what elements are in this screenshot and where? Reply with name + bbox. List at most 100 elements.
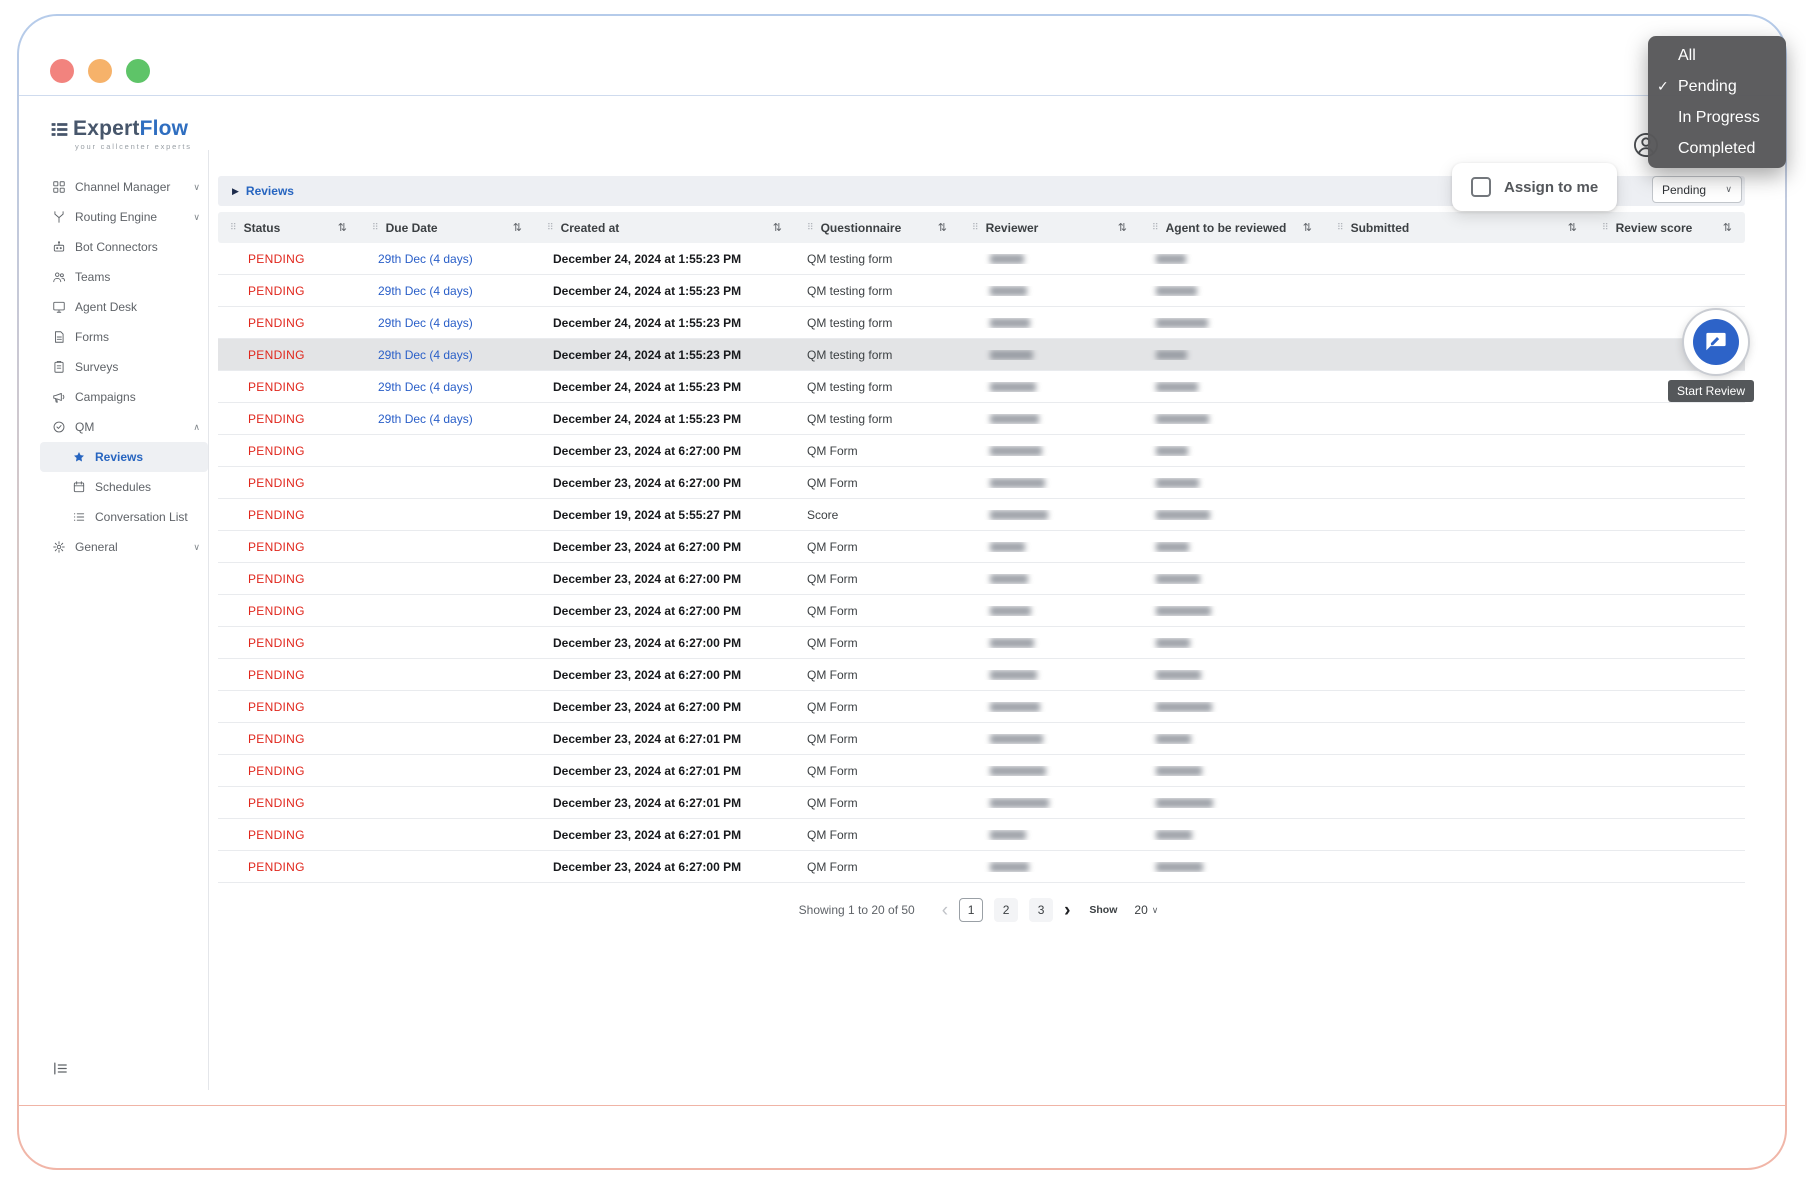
sidebar-item-bot-connectors[interactable]: Bot Connectors — [40, 232, 208, 262]
column-header-created-at[interactable]: ⠿ Created at ⇅ — [535, 212, 795, 243]
sidebar-item-schedules[interactable]: Schedules — [40, 472, 208, 502]
table-row[interactable]: PENDING 29th Dec (4 days) December 24, 202… — [218, 243, 1745, 275]
drag-handle-icon[interactable]: ⠿ — [1337, 222, 1344, 233]
table-row[interactable]: PENDING December 23, 2024 at 6:27:01 PM QM… — [218, 755, 1745, 787]
reviewer-cell — [960, 573, 1140, 584]
due-date-link[interactable]: 29th Dec (4 days) — [378, 380, 473, 394]
agent-cell — [1140, 605, 1325, 616]
table-row[interactable]: PENDING December 23, 2024 at 6:27:00 PM QM… — [218, 531, 1745, 563]
table-row[interactable]: PENDING December 23, 2024 at 6:27:01 PM QM… — [218, 819, 1745, 851]
column-header-due-date[interactable]: ⠿ Due Date ⇅ — [360, 212, 535, 243]
reviewer-cell — [960, 733, 1140, 744]
table-row[interactable]: PENDING 29th Dec (4 days) December 24, 202… — [218, 275, 1745, 307]
table-row[interactable]: PENDING December 23, 2024 at 6:27:00 PM QM… — [218, 691, 1745, 723]
due-date-link[interactable]: 29th Dec (4 days) — [378, 412, 473, 426]
questionnaire-cell: QM Form — [807, 763, 858, 778]
maximize-window-button[interactable] — [126, 59, 150, 83]
due-date-link[interactable]: 29th Dec (4 days) — [378, 284, 473, 298]
questionnaire-cell: QM Form — [807, 571, 858, 586]
close-window-button[interactable] — [50, 59, 74, 83]
page-button-2[interactable]: 2 — [994, 898, 1019, 922]
agent-cell — [1140, 317, 1325, 328]
column-header-reviewer[interactable]: ⠿ Reviewer ⇅ — [960, 212, 1140, 243]
menu-item-completed[interactable]: Completed — [1648, 133, 1786, 164]
created-at-cell: December 23, 2024 at 6:27:00 PM — [553, 667, 742, 682]
sort-icon[interactable]: ⇅ — [1303, 221, 1312, 234]
menu-item-in-progress[interactable]: In Progress — [1648, 102, 1786, 133]
menu-item-label: Completed — [1678, 139, 1756, 157]
menu-item-pending[interactable]: ✓ Pending — [1648, 71, 1786, 102]
sidebar-item-surveys[interactable]: Surveys — [40, 352, 208, 382]
drag-handle-icon[interactable]: ⠿ — [372, 222, 379, 233]
next-page-icon[interactable]: › — [1064, 901, 1070, 920]
column-header-agent-to-be-reviewed[interactable]: ⠿ Agent to be reviewed ⇅ — [1140, 212, 1325, 243]
drag-handle-icon[interactable]: ⠿ — [230, 222, 237, 233]
column-header-status[interactable]: ⠿ Status ⇅ — [218, 212, 360, 243]
start-review-button[interactable] — [1693, 319, 1739, 365]
table-row[interactable]: PENDING December 23, 2024 at 6:27:00 PM QM… — [218, 467, 1745, 499]
menu-item-all[interactable]: All — [1648, 40, 1786, 71]
drag-handle-icon[interactable]: ⠿ — [1602, 222, 1609, 233]
drag-handle-icon[interactable]: ⠿ — [547, 222, 554, 233]
sidebar-item-qm[interactable]: QM ∧ — [40, 412, 208, 442]
table-row[interactable]: PENDING December 23, 2024 at 6:27:00 PM QM… — [218, 563, 1745, 595]
drag-handle-icon[interactable]: ⠿ — [1152, 222, 1159, 233]
table-row[interactable]: PENDING December 23, 2024 at 6:27:01 PM QM… — [218, 787, 1745, 819]
start-review-tooltip: Start Review — [1668, 380, 1755, 402]
table-row[interactable]: PENDING 29th Dec (4 days) December 24, 202… — [218, 403, 1745, 435]
table-row[interactable]: PENDING 29th Dec (4 days) December 24, 202… — [218, 307, 1745, 339]
page-button-1[interactable]: 1 — [959, 898, 984, 922]
page-button-3[interactable]: 3 — [1029, 898, 1054, 922]
drag-handle-icon[interactable]: ⠿ — [972, 222, 979, 233]
sort-icon[interactable]: ⇅ — [1723, 221, 1732, 234]
sort-icon[interactable]: ⇅ — [1568, 221, 1577, 234]
redacted-text — [1156, 317, 1208, 328]
page-size-select[interactable]: 20 ∨ — [1128, 900, 1164, 920]
sort-icon[interactable]: ⇅ — [938, 221, 947, 234]
table-row[interactable]: PENDING December 23, 2024 at 6:27:00 PM QM… — [218, 627, 1745, 659]
status-cell: PENDING — [248, 507, 305, 522]
due-date-link[interactable]: 29th Dec (4 days) — [378, 316, 473, 330]
sidebar-item-channel-manager[interactable]: Channel Manager ∨ — [40, 172, 208, 202]
created-at-cell: December 24, 2024 at 1:55:23 PM — [553, 379, 742, 394]
reviewer-cell — [960, 637, 1140, 648]
column-header-submitted[interactable]: ⠿ Submitted ⇅ — [1325, 212, 1590, 243]
table-row[interactable]: PENDING December 23, 2024 at 6:27:00 PM QM… — [218, 435, 1745, 467]
assign-to-me-checkbox[interactable] — [1471, 177, 1491, 197]
previous-page-icon[interactable]: ‹ — [942, 901, 948, 920]
sidebar-item-forms[interactable]: Forms — [40, 322, 208, 352]
status-filter-select[interactable]: Pending ∨ — [1652, 176, 1742, 203]
sort-icon[interactable]: ⇅ — [1118, 221, 1127, 234]
sort-icon[interactable]: ⇅ — [338, 221, 347, 234]
sidebar-item-campaigns[interactable]: Campaigns — [40, 382, 208, 412]
table-row[interactable]: PENDING December 23, 2024 at 6:27:01 PM QM… — [218, 723, 1745, 755]
sort-icon[interactable]: ⇅ — [773, 221, 782, 234]
table-row[interactable]: PENDING December 23, 2024 at 6:27:00 PM QM… — [218, 595, 1745, 627]
drag-handle-icon[interactable]: ⠿ — [807, 222, 814, 233]
table-row[interactable]: PENDING 29th Dec (4 days) December 24, 202… — [218, 371, 1745, 403]
table-row[interactable]: PENDING December 19, 2024 at 5:55:27 PM Sc… — [218, 499, 1745, 531]
due-date-link[interactable]: 29th Dec (4 days) — [378, 252, 473, 266]
sidebar-item-reviews[interactable]: Reviews — [40, 442, 208, 472]
questionnaire-cell: QM Form — [807, 475, 858, 490]
column-header-questionnaire[interactable]: ⠿ Questionnaire ⇅ — [795, 212, 960, 243]
table-row[interactable]: PENDING December 23, 2024 at 6:27:00 PM QM… — [218, 659, 1745, 691]
sidebar-item-conversation-list[interactable]: Conversation List — [40, 502, 208, 532]
created-at-cell: December 23, 2024 at 6:27:00 PM — [553, 571, 742, 586]
sidebar-item-teams[interactable]: Teams — [40, 262, 208, 292]
table-row[interactable]: PENDING 29th Dec (4 days) December 24, 202… — [218, 339, 1745, 371]
table-row[interactable]: PENDING December 23, 2024 at 6:27:00 PM QM… — [218, 851, 1745, 883]
sort-icon[interactable]: ⇅ — [513, 221, 522, 234]
column-header-review-score[interactable]: ⠿ Review score ⇅ — [1590, 212, 1745, 243]
page-size-value: 20 — [1134, 903, 1148, 917]
sidebar-item-general[interactable]: General ∨ — [40, 532, 208, 562]
questionnaire-cell: QM Form — [807, 539, 858, 554]
due-date-link[interactable]: 29th Dec (4 days) — [378, 348, 473, 362]
sidebar-collapse-icon[interactable] — [52, 1060, 69, 1077]
status-cell: PENDING — [248, 635, 305, 650]
breadcrumb[interactable]: Reviews — [246, 184, 294, 198]
sidebar-item-routing-engine[interactable]: Routing Engine ∨ — [40, 202, 208, 232]
minimize-window-button[interactable] — [88, 59, 112, 83]
sidebar-item-agent-desk[interactable]: Agent Desk — [40, 292, 208, 322]
redacted-text — [990, 605, 1031, 616]
